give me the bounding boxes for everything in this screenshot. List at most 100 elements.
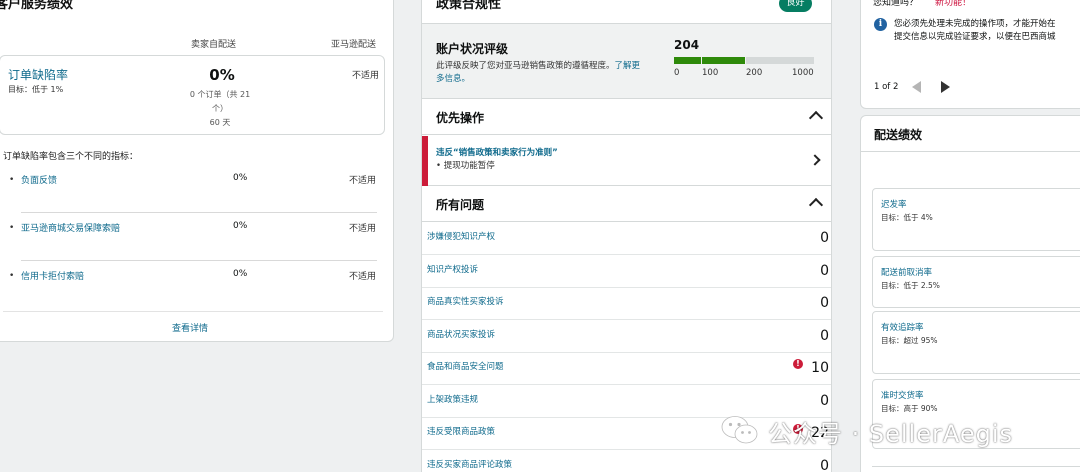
issue-count: 0: [820, 392, 829, 409]
pagination-indicator: 1 of 2: [874, 82, 899, 92]
sub-metric-link[interactable]: 信用卡拒付索赔: [21, 269, 84, 282]
issue-link[interactable]: 涉嫌侵犯知识产权: [427, 230, 495, 242]
metric-target: 目标：低于 4%: [881, 213, 933, 222]
account-health-progress-bar: [674, 57, 814, 64]
notice-message: 提交信息以完成验证要求，以便在巴西商城: [894, 32, 1056, 42]
issue-count: 0: [820, 457, 829, 472]
did-you-know-label: 您知道吗？: [873, 0, 919, 8]
alert-icon: !: [793, 359, 803, 369]
order-defect-rate-amazon-value: 不适用: [352, 71, 380, 81]
issue-row: 商品真实性买家投诉 0: [422, 287, 831, 320]
sub-metric-amazon-value: 不适用: [349, 224, 377, 234]
issue-row: 违反买家商品评论政策 0: [422, 450, 831, 472]
account-health-score: 204: [674, 38, 700, 52]
metric-link[interactable]: 准时交货率: [881, 389, 924, 401]
order-defect-rate-link[interactable]: 订单缺陷率: [8, 66, 68, 83]
sub-metric-amazon-value: 不适用: [349, 176, 377, 186]
card-title: 政策合规性: [436, 0, 502, 12]
section-title: 优先操作: [436, 111, 485, 125]
scale-tick-label: 200: [746, 68, 763, 78]
issue-link[interactable]: 上架政策违规: [427, 393, 478, 405]
card-title: 客户服务绩效: [0, 0, 74, 12]
issue-row: 涉嫌侵犯知识产权 0: [422, 222, 831, 255]
sub-metric-amazon-value: 不适用: [349, 272, 377, 282]
metric-box: 迟发率 目标：低于 4%: [872, 188, 1080, 251]
bullet-icon: •: [9, 175, 15, 185]
divider: [21, 212, 377, 213]
issue-row: 商品状况买家投诉 0: [422, 320, 831, 353]
metric-link[interactable]: 有效追踪率: [881, 321, 924, 333]
issue-row: 食品和商品安全问题! 10: [422, 352, 831, 385]
progress-fill-segment: [674, 57, 701, 64]
did-you-know-card: 您知道吗？ 新功能！ i 您必须先处理未完成的操作项，才能开始在 提交信息以完成…: [860, 0, 1080, 109]
account-health-rating-panel: 账户状况评级 此评级反映了您对亚马逊销售政策的遵循程度。了解更多信息。 204 …: [422, 23, 831, 99]
next-arrow-icon[interactable]: [941, 81, 950, 93]
issue-count: 0: [820, 295, 829, 311]
issue-link[interactable]: 商品状况买家投诉: [427, 328, 495, 340]
view-details-link[interactable]: 查看详情: [0, 321, 385, 334]
divider: [21, 260, 377, 261]
order-defect-rate-detail: 0 个订单（共 21 个） 60 天: [176, 88, 264, 130]
sub-metric-row: • 信用卡拒付索赔 0% 不适用: [3, 265, 383, 309]
status-badge: 良好: [779, 0, 812, 12]
divider: [872, 466, 1080, 467]
issue-count: 10: [811, 360, 829, 376]
issue-row: 上架政策违规 0: [422, 385, 831, 418]
progress-fill-segment: [702, 57, 745, 64]
metric-box: 配送前取消率 目标：低于 2.5%: [872, 256, 1080, 308]
sub-metric-value: 0%: [233, 221, 248, 231]
divider: [861, 151, 1080, 152]
issue-count: 0: [820, 230, 829, 246]
alert-indicator-bar: [422, 136, 428, 186]
sub-metric-link[interactable]: 亚马逊商城交易保障索赔: [21, 221, 120, 234]
odr-note: 订单缺陷率包含三个不同的指标：: [3, 152, 139, 162]
metric-target: 目标：高于 90%: [881, 404, 938, 413]
wechat-icon: [721, 416, 758, 444]
order-defect-rate-target: 目标：低于 1%: [8, 85, 64, 94]
all-issues-header[interactable]: 所有问题: [422, 186, 831, 222]
customer-service-performance-card: 客户服务绩效 卖家自配送 亚马逊配送 订单缺陷率 目标：低于 1% 0% 0 个…: [0, 0, 394, 342]
notice-message: 您必须先处理未完成的操作项，才能开始在: [894, 19, 1056, 29]
metric-target: 目标：超过 95%: [881, 336, 938, 345]
progress-remaining-segment: [746, 57, 814, 64]
priority-action-item[interactable]: 违反“销售政策和卖家行为准则” • 提现功能暂停: [422, 136, 831, 186]
card-title: 配送绩效: [874, 128, 923, 142]
column-header-self-fulfilled: 卖家自配送: [191, 40, 237, 50]
detail-line: 个）: [212, 104, 228, 113]
issue-count: 0: [820, 262, 829, 279]
issue-link[interactable]: 商品真实性买家投诉: [427, 295, 504, 307]
detail-line: 60 天: [209, 118, 231, 127]
detail-line: 0 个订单（共 21: [189, 90, 251, 99]
column-header-amazon-fulfilled: 亚马逊配送: [331, 40, 377, 50]
scale-tick-label: 100: [702, 68, 719, 78]
scale-tick-label: 0: [674, 68, 680, 78]
new-feature-label: 新功能！: [935, 0, 972, 8]
bullet-icon: •: [9, 223, 15, 233]
issue-link[interactable]: 食品和商品安全问题: [427, 360, 504, 372]
chevron-up-icon: [808, 110, 824, 126]
chevron-right-icon[interactable]: [809, 154, 821, 166]
metric-link[interactable]: 配送前取消率: [881, 266, 932, 278]
issue-link[interactable]: 违反受限商品政策: [427, 425, 495, 437]
order-defect-rate-value: 0%: [209, 66, 235, 84]
issue-link[interactable]: 知识产权投诉: [427, 263, 478, 275]
info-icon: i: [874, 18, 887, 31]
sub-metric-value: 0%: [233, 269, 248, 279]
priority-actions-header[interactable]: 优先操作: [422, 99, 831, 135]
sub-metric-value: 0%: [233, 173, 248, 183]
sub-metric-link[interactable]: 负面反馈: [21, 173, 57, 186]
priority-action-title[interactable]: 违反“销售政策和卖家行为准则”: [436, 146, 558, 158]
sub-metric-row: • 亚马逊商城交易保障索赔 0% 不适用: [3, 217, 383, 261]
metric-link[interactable]: 迟发率: [881, 198, 907, 210]
issue-count: 0: [820, 327, 829, 344]
previous-arrow-icon[interactable]: [912, 81, 921, 93]
policy-compliance-card: 政策合规性 良好 账户状况评级 此评级反映了您对亚马逊销售政策的遵循程度。了解更…: [421, 0, 832, 472]
metric-target: 目标：低于 2.5%: [881, 281, 940, 290]
divider: [3, 311, 383, 312]
description-text: 此评级反映了您对亚马逊销售政策的遵循程度。: [436, 61, 615, 71]
issue-link[interactable]: 违反买家商品评论政策: [427, 458, 512, 470]
issue-row: 知识产权投诉 0: [422, 255, 831, 288]
sub-metric-row: • 负面反馈 0% 不适用: [3, 169, 383, 213]
account-health-title: 账户状况评级: [436, 42, 509, 56]
bullet-icon: •: [9, 271, 15, 281]
